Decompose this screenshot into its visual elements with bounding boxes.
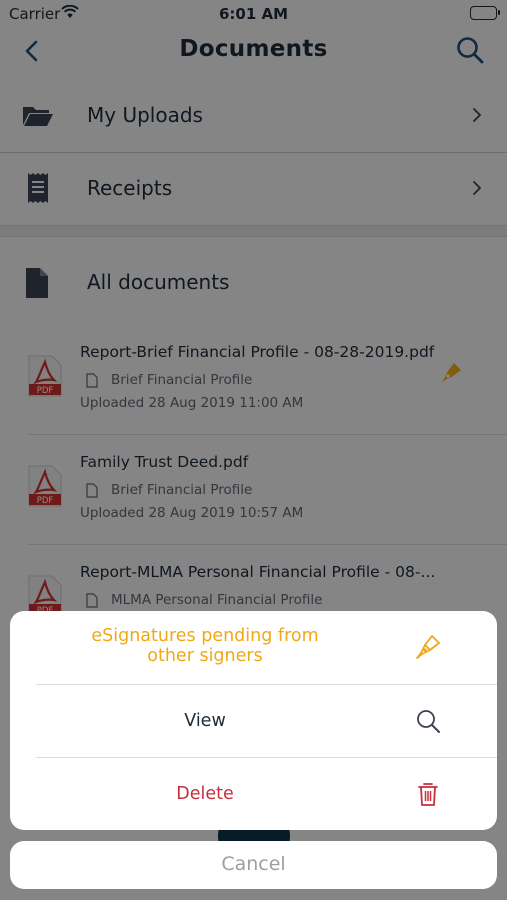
pending-line-2: other signers [147, 646, 263, 666]
pen-nib-icon [414, 633, 442, 661]
cancel-button[interactable]: Cancel [10, 841, 497, 889]
view-option[interactable]: View [10, 685, 497, 758]
esignatures-pending-label: eSignatures pending from other signers [10, 626, 400, 666]
magnifier-icon [414, 707, 442, 735]
esignatures-pending-option[interactable]: eSignatures pending from other signers [10, 611, 497, 684]
trash-icon [414, 780, 442, 808]
delete-label: Delete [176, 784, 234, 804]
action-sheet: eSignatures pending from other signers V… [10, 611, 497, 830]
pending-line-1: eSignatures pending from [91, 626, 319, 646]
delete-option[interactable]: Delete [10, 758, 497, 830]
view-label: View [184, 711, 226, 731]
